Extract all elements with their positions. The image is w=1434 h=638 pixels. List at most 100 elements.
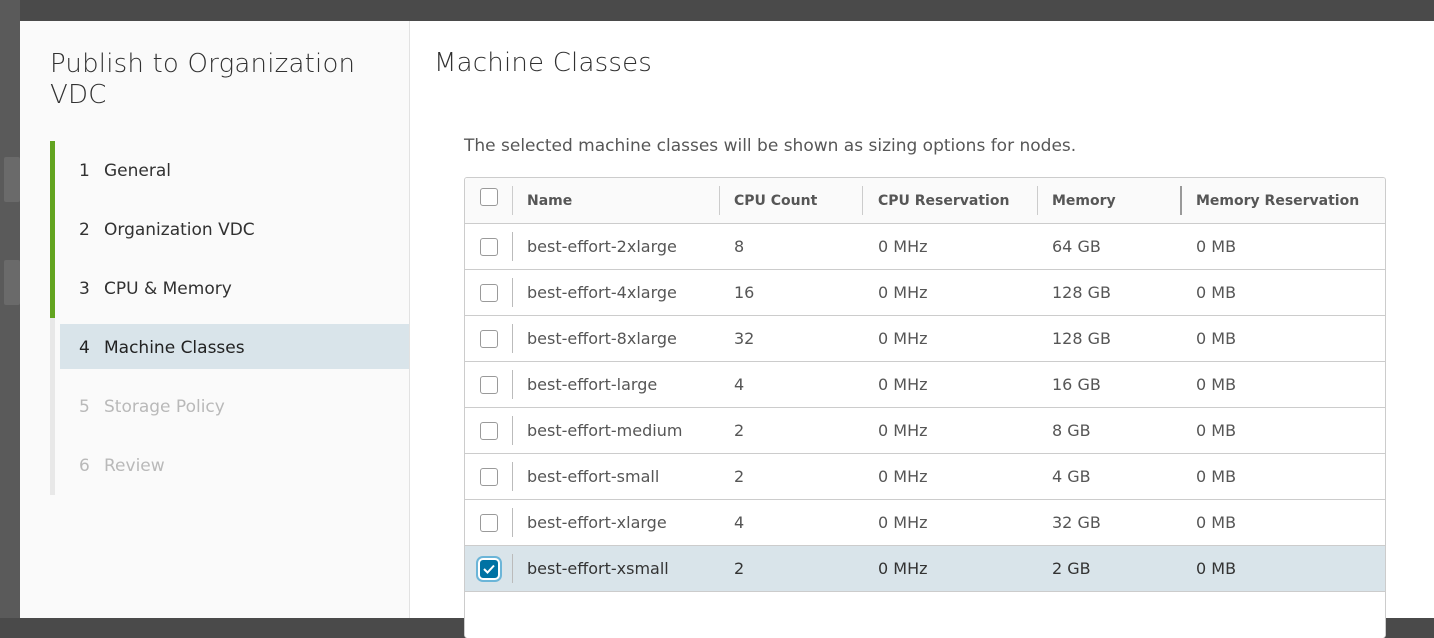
cell-cpu-reservation: 0 MHz bbox=[878, 329, 928, 348]
cell-cpu-count: 32 bbox=[734, 329, 755, 348]
column-resize-handle[interactable] bbox=[862, 186, 863, 215]
cell-cpu-reservation: 0 MHz bbox=[878, 283, 928, 302]
step-number: 4 bbox=[79, 337, 90, 358]
column-separator bbox=[512, 278, 513, 307]
row-checkbox-cell bbox=[465, 454, 512, 499]
column-header-cpu-reservation[interactable]: CPU Reservation bbox=[878, 178, 1009, 223]
cell-memory-reservation: 0 MB bbox=[1196, 237, 1237, 256]
column-header-memory-reservation[interactable]: Memory Reservation bbox=[1196, 178, 1359, 223]
column-separator bbox=[512, 370, 513, 399]
table-row[interactable]: best-effort-small 2 0 MHz 4 GB 0 MB bbox=[465, 454, 1385, 500]
step-storage-policy: 5 Storage Policy bbox=[50, 377, 409, 436]
table-row[interactable]: best-effort-4xlarge 16 0 MHz 128 GB 0 MB bbox=[465, 270, 1385, 316]
step-number: 3 bbox=[79, 278, 90, 299]
row-checkbox[interactable] bbox=[479, 329, 498, 348]
cell-cpu-reservation: 0 MHz bbox=[878, 375, 928, 394]
step-cpu-memory[interactable]: 3 CPU & Memory bbox=[50, 259, 409, 318]
cell-name: best-effort-xsmall bbox=[527, 559, 669, 578]
page-description: The selected machine classes will be sho… bbox=[464, 136, 1077, 156]
cell-name: best-effort-2xlarge bbox=[527, 237, 677, 256]
cell-name: best-effort-medium bbox=[527, 421, 683, 440]
wizard-title: Publish to Organization VDC bbox=[50, 49, 356, 110]
row-checkbox[interactable] bbox=[479, 237, 498, 256]
cell-memory: 8 GB bbox=[1052, 421, 1091, 440]
cell-memory-reservation: 0 MB bbox=[1196, 283, 1237, 302]
column-header-memory[interactable]: Memory bbox=[1052, 178, 1116, 223]
row-checkbox-cell bbox=[465, 224, 512, 269]
step-organization-vdc[interactable]: 2 Organization VDC bbox=[50, 200, 409, 259]
cell-cpu-reservation: 0 MHz bbox=[878, 513, 928, 532]
step-machine-classes[interactable]: 4 Machine Classes bbox=[50, 318, 409, 377]
cell-cpu-count: 8 bbox=[734, 237, 745, 256]
cell-memory-reservation: 0 MB bbox=[1196, 467, 1237, 486]
cell-cpu-reservation: 0 MHz bbox=[878, 559, 928, 578]
background-element bbox=[4, 157, 20, 202]
row-checkbox[interactable] bbox=[479, 375, 498, 394]
column-resize-handle[interactable] bbox=[1037, 186, 1038, 215]
cell-memory-reservation: 0 MB bbox=[1196, 421, 1237, 440]
row-checkbox-cell bbox=[465, 316, 512, 361]
table-row[interactable]: best-effort-2xlarge 8 0 MHz 64 GB 0 MB bbox=[465, 224, 1385, 270]
step-progress-bar bbox=[50, 141, 55, 200]
step-label: General bbox=[104, 160, 171, 181]
table-row[interactable]: best-effort-medium 2 0 MHz 8 GB 0 MB bbox=[465, 408, 1385, 454]
column-resize-handle[interactable] bbox=[1180, 186, 1182, 215]
table-row[interactable]: best-effort-xlarge 4 0 MHz 32 GB 0 MB bbox=[465, 500, 1385, 546]
cell-cpu-count: 2 bbox=[734, 559, 745, 578]
step-number: 2 bbox=[79, 219, 90, 240]
step-progress-bar bbox=[50, 436, 55, 495]
table-row[interactable]: best-effort-large 4 0 MHz 16 GB 0 MB bbox=[465, 362, 1385, 408]
cell-memory: 32 GB bbox=[1052, 513, 1101, 532]
step-progress-bar bbox=[50, 318, 55, 377]
column-header-name[interactable]: Name bbox=[527, 178, 572, 223]
wizard-content: Machine Classes The selected machine cla… bbox=[410, 21, 1434, 638]
row-checkbox-cell bbox=[465, 408, 512, 453]
row-checkbox-cell bbox=[465, 546, 512, 591]
cell-name: best-effort-large bbox=[527, 375, 658, 394]
cell-memory-reservation: 0 MB bbox=[1196, 559, 1237, 578]
column-separator bbox=[512, 508, 513, 537]
column-separator bbox=[512, 416, 513, 445]
wizard-sidebar: Publish to Organization VDC 1 General 2 … bbox=[20, 21, 410, 618]
step-label: Organization VDC bbox=[104, 219, 255, 240]
row-checkbox-cell bbox=[465, 270, 512, 315]
column-separator bbox=[512, 324, 513, 353]
cell-memory: 128 GB bbox=[1052, 329, 1111, 348]
column-header-cpu-count[interactable]: CPU Count bbox=[734, 178, 817, 223]
row-checkbox[interactable] bbox=[479, 421, 498, 440]
step-progress-bar bbox=[50, 377, 55, 436]
row-checkbox-cell bbox=[465, 362, 512, 407]
cell-name: best-effort-xlarge bbox=[527, 513, 667, 532]
step-progress-bar bbox=[50, 259, 55, 318]
row-checkbox[interactable] bbox=[479, 467, 498, 486]
cell-cpu-count: 4 bbox=[734, 513, 745, 532]
table-row-selected[interactable]: best-effort-xsmall 2 0 MHz 2 GB 0 MB bbox=[465, 546, 1385, 592]
cell-cpu-reservation: 0 MHz bbox=[878, 237, 928, 256]
row-checkbox[interactable] bbox=[479, 283, 498, 302]
column-resize-handle[interactable] bbox=[719, 186, 720, 215]
cell-cpu-reservation: 0 MHz bbox=[878, 467, 928, 486]
cell-cpu-reservation: 0 MHz bbox=[878, 421, 928, 440]
select-all-checkbox[interactable] bbox=[479, 188, 498, 206]
step-label: Machine Classes bbox=[104, 337, 245, 358]
select-all-cell bbox=[465, 178, 512, 223]
step-general[interactable]: 1 General bbox=[50, 141, 409, 200]
step-label: Review bbox=[104, 455, 165, 476]
column-separator bbox=[512, 554, 513, 583]
background-element bbox=[4, 260, 20, 305]
row-checkbox-cell bbox=[465, 500, 512, 545]
cell-memory: 16 GB bbox=[1052, 375, 1101, 394]
cell-name: best-effort-small bbox=[527, 467, 660, 486]
row-checkbox[interactable] bbox=[479, 513, 498, 532]
step-number: 6 bbox=[79, 455, 90, 476]
cell-memory: 64 GB bbox=[1052, 237, 1101, 256]
table-row[interactable]: best-effort-8xlarge 32 0 MHz 128 GB 0 MB bbox=[465, 316, 1385, 362]
checkmark-icon bbox=[482, 564, 495, 574]
background-page bbox=[0, 0, 20, 618]
cell-memory-reservation: 0 MB bbox=[1196, 375, 1237, 394]
cell-memory: 2 GB bbox=[1052, 559, 1091, 578]
cell-name: best-effort-8xlarge bbox=[527, 329, 677, 348]
cell-cpu-count: 16 bbox=[734, 283, 755, 302]
cell-cpu-count: 2 bbox=[734, 467, 745, 486]
row-checkbox-checked[interactable] bbox=[479, 559, 498, 578]
